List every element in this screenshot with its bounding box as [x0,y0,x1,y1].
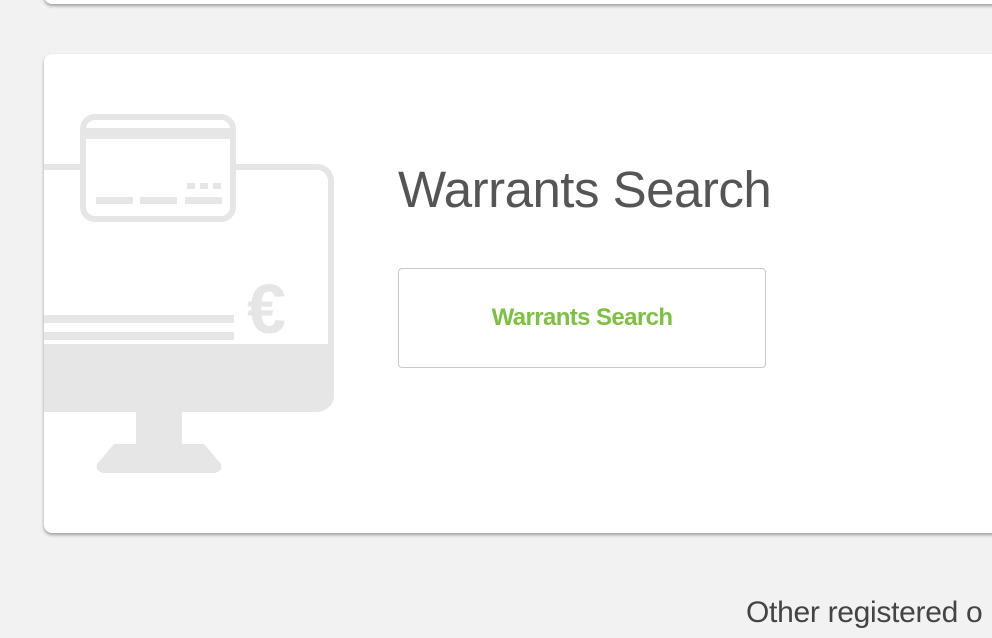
card-title: Warrants Search [398,161,772,218]
other-registered-text: Other registered o [746,596,983,629]
warrants-search-button[interactable]: Warrants Search [398,268,766,368]
warrants-search-card: € Warrants Search Warrants Search [44,54,992,533]
monitor-with-card-and-euro-icon [44,114,334,473]
euro-symbol: € [247,270,286,348]
previous-card [44,0,992,4]
